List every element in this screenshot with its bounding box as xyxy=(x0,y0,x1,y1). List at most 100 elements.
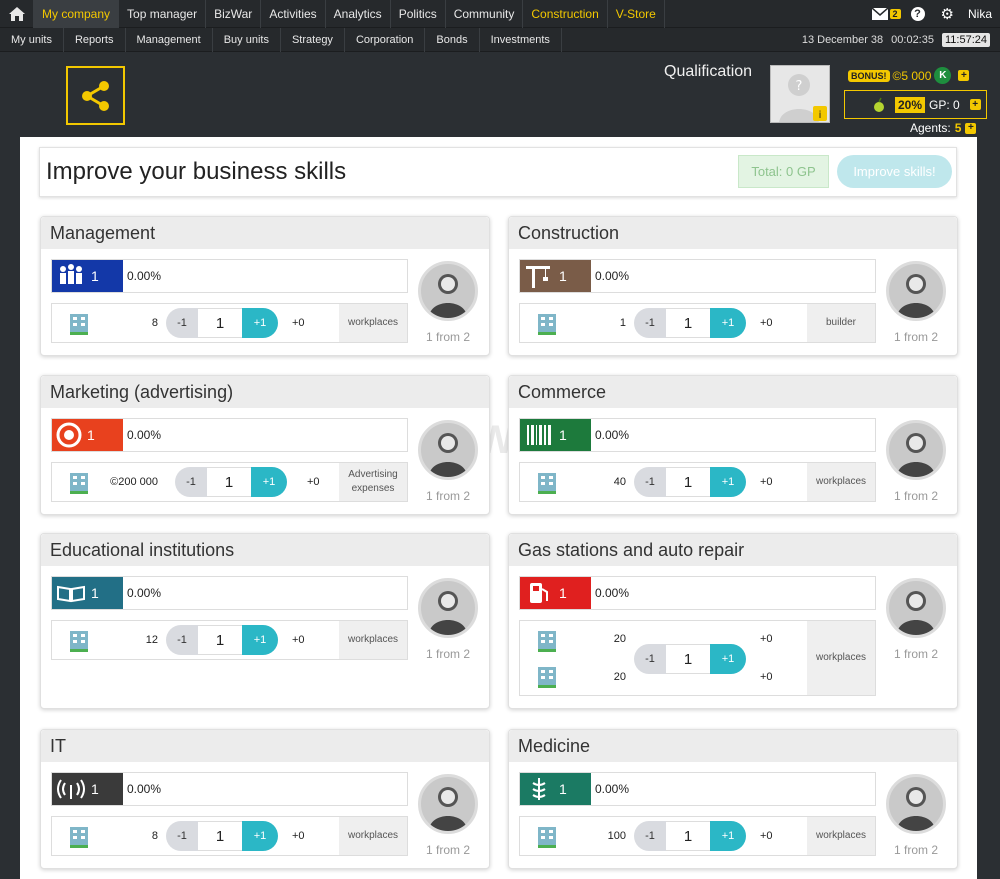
subnav-reports[interactable]: Reports xyxy=(64,27,126,52)
decrease-button[interactable]: -1 xyxy=(175,467,207,497)
share-button[interactable] xyxy=(66,66,125,125)
target-icon xyxy=(52,421,83,449)
book-icon xyxy=(52,579,87,607)
skill-from: 1 from 2 xyxy=(894,843,939,857)
mail-button[interactable]: 2 xyxy=(871,7,901,20)
skill-percent: 0.00% xyxy=(127,782,162,796)
manager-portrait[interactable] xyxy=(886,261,946,321)
skill-unit: Advertising expenses xyxy=(339,463,407,501)
add-agents-button[interactable]: + xyxy=(965,122,977,134)
increase-button[interactable]: +1 xyxy=(251,467,287,497)
stepper-value[interactable]: 1 xyxy=(198,821,242,851)
bonus-badge: BONUS! xyxy=(848,69,890,82)
decrease-button[interactable]: -1 xyxy=(634,308,666,338)
skill-increment: +0 xyxy=(292,634,305,646)
increase-button[interactable]: +1 xyxy=(710,308,746,338)
stepper-value[interactable]: 1 xyxy=(198,308,242,338)
subnav-my-units[interactable]: My units xyxy=(0,27,64,52)
skill-level: 1 xyxy=(91,781,99,797)
increase-button[interactable]: +1 xyxy=(242,625,278,655)
skill-title: IT xyxy=(41,730,489,762)
school-icon xyxy=(64,625,94,660)
person-icon xyxy=(421,264,475,318)
skill-progress: 1 0.00% xyxy=(519,772,876,806)
home-button[interactable] xyxy=(0,0,34,28)
avatar[interactable]: ? i xyxy=(770,65,830,123)
subnav-investments[interactable]: Investments xyxy=(480,27,562,52)
skill-progress: 1 0.00% xyxy=(519,259,876,293)
manager-portrait[interactable] xyxy=(418,261,478,321)
skill-quantity: 100 xyxy=(607,830,626,842)
topnav-community[interactable]: Community xyxy=(446,0,524,28)
decrease-button[interactable]: -1 xyxy=(634,467,666,497)
gp-value: GP: 0 xyxy=(929,97,960,112)
manager-portrait[interactable] xyxy=(418,420,478,480)
settings-button[interactable]: ⚙ xyxy=(941,5,954,23)
decrease-button[interactable]: -1 xyxy=(166,308,198,338)
increase-button[interactable]: +1 xyxy=(242,821,278,851)
topnav-top-manager[interactable]: Top manager xyxy=(119,0,207,28)
topnav-analytics[interactable]: Analytics xyxy=(326,0,391,28)
bonus-amount: ©5 000 xyxy=(892,68,932,83)
subnav-strategy[interactable]: Strategy xyxy=(281,27,345,52)
skill-title: Marketing (advertising) xyxy=(41,376,489,408)
skill-increment: +0 xyxy=(760,830,773,842)
people-icon xyxy=(52,262,87,290)
skill-level: 1 xyxy=(559,268,567,284)
decrease-button[interactable]: -1 xyxy=(166,821,198,851)
increase-button[interactable]: +1 xyxy=(710,821,746,851)
skill-level: 1 xyxy=(91,268,99,284)
stepper-value[interactable]: 1 xyxy=(666,644,710,674)
mail-count-badge: 2 xyxy=(889,8,901,19)
topnav-politics[interactable]: Politics xyxy=(391,0,446,28)
manager-portrait[interactable] xyxy=(886,420,946,480)
increase-button[interactable]: +1 xyxy=(242,308,278,338)
total-gp: Total: 0 GP xyxy=(738,155,829,188)
clock: 11:57:24 xyxy=(941,32,990,47)
add-gp-button[interactable]: + xyxy=(969,99,981,110)
qualification-label: Qualification xyxy=(664,63,753,80)
bonus-row: BONUS! ©5 000 K + xyxy=(848,67,970,84)
topnav-my-company[interactable]: My company xyxy=(34,0,120,28)
page-title-bar: Improve your business skills Total: 0 GP… xyxy=(39,147,957,197)
skill-control: 40 -1 1 +1 +0 workplaces xyxy=(519,462,876,502)
stepper-value[interactable]: 1 xyxy=(666,308,710,338)
improve-skills-button[interactable]: Improve skills! xyxy=(837,155,952,188)
agents-row: Agents: 5 + xyxy=(910,121,977,135)
decrease-button[interactable]: -1 xyxy=(634,821,666,851)
topnav-bizwar[interactable]: BizWar xyxy=(206,0,262,28)
subnav-management[interactable]: Management xyxy=(126,27,213,52)
skill-increment: +0 xyxy=(760,633,773,645)
gp-box: 20% GP: 0 + xyxy=(844,90,987,119)
add-bonus-button[interactable]: + xyxy=(958,70,970,81)
skill-percent: 0.00% xyxy=(595,269,630,283)
home-icon xyxy=(8,6,25,21)
stepper-value[interactable]: 1 xyxy=(666,467,710,497)
skill-percent: 0.00% xyxy=(595,586,630,600)
decrease-button[interactable]: -1 xyxy=(166,625,198,655)
topnav-activities[interactable]: Activities xyxy=(261,0,326,28)
manager-portrait[interactable] xyxy=(418,578,478,638)
skill-increment: +0 xyxy=(292,317,305,329)
decrease-button[interactable]: -1 xyxy=(634,644,666,674)
skill-control: ©200 000 -1 1 +1 +0 Advertising expenses xyxy=(51,462,408,502)
stepper-value[interactable]: 1 xyxy=(666,821,710,851)
help-button[interactable]: ? xyxy=(910,6,925,21)
topnav-construction[interactable]: Construction xyxy=(523,0,608,28)
manager-portrait[interactable] xyxy=(418,774,478,834)
stepper-value[interactable]: 1 xyxy=(207,467,251,497)
skill-level-badge: 1 xyxy=(520,260,591,292)
stepper-value[interactable]: 1 xyxy=(198,625,242,655)
manager-portrait[interactable] xyxy=(886,578,946,638)
subnav-corporation[interactable]: Corporation xyxy=(345,27,426,52)
increase-button[interactable]: +1 xyxy=(710,644,746,674)
fuel-icon xyxy=(520,579,555,607)
username[interactable]: Nika xyxy=(968,7,992,21)
subnav-bonds[interactable]: Bonds xyxy=(425,27,480,52)
manager-portrait[interactable] xyxy=(886,774,946,834)
increase-button[interactable]: +1 xyxy=(710,467,746,497)
skill-unit: workplaces xyxy=(807,817,875,855)
skill-from: 1 from 2 xyxy=(426,489,471,503)
topnav-vstore[interactable]: V-Store xyxy=(608,0,665,28)
subnav-buy-units[interactable]: Buy units xyxy=(213,27,281,52)
